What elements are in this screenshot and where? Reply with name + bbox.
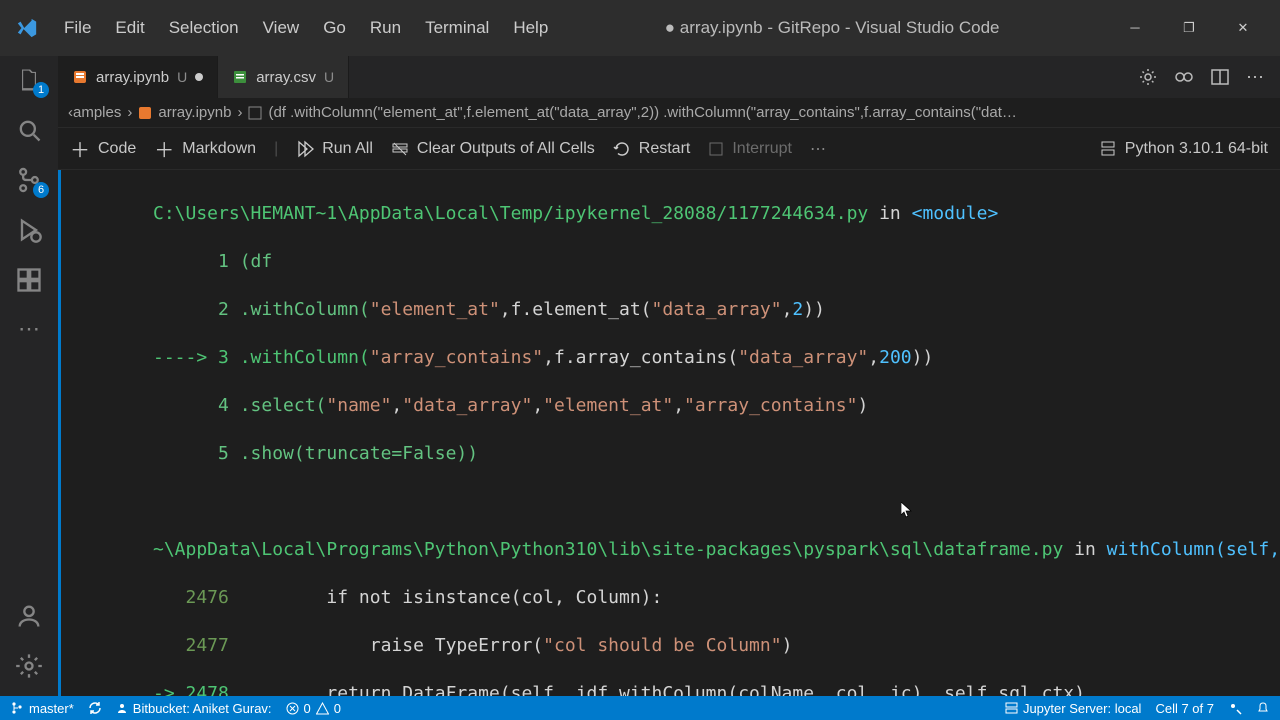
explorer-badge: 1	[33, 82, 49, 98]
interrupt-button: Interrupt	[708, 140, 792, 158]
error-icon	[286, 702, 299, 715]
titlebar: File Edit Selection View Go Run Terminal…	[0, 0, 1280, 56]
git-branch[interactable]: master*	[10, 701, 74, 716]
cell-icon	[248, 106, 262, 120]
warning-icon	[316, 702, 329, 715]
menu-help[interactable]: Help	[503, 14, 558, 42]
minimize-button[interactable]: ─	[1120, 20, 1150, 36]
run-all-icon	[296, 140, 314, 158]
tab-git-status: U	[177, 69, 187, 85]
menu-selection[interactable]: Selection	[159, 14, 249, 42]
breadcrumb-cell[interactable]: (df .withColumn("element_at",f.element_a…	[268, 104, 1016, 121]
run-all-button[interactable]: Run All	[296, 140, 373, 158]
menu-bar: File Edit Selection View Go Run Terminal…	[54, 14, 558, 42]
run-debug-icon[interactable]	[15, 216, 43, 244]
feedback-icon[interactable]	[1228, 701, 1242, 715]
window-controls: ─ ❐ ✕	[1106, 20, 1272, 36]
source-control-icon[interactable]: 6	[15, 166, 43, 194]
notebook-icon	[138, 106, 152, 120]
jupyter-server-status[interactable]: Jupyter Server: local	[1005, 701, 1142, 716]
settings-icon[interactable]	[15, 652, 43, 680]
add-markdown-button[interactable]: ＋Markdown	[154, 134, 256, 163]
breadcrumb-folder[interactable]: ‹amples	[68, 104, 121, 121]
search-icon[interactable]	[15, 116, 43, 144]
split-editor-icon[interactable]	[1210, 67, 1230, 87]
person-icon	[116, 702, 128, 714]
chevron-right-icon: ›	[237, 104, 242, 121]
server-icon	[1005, 702, 1018, 715]
menu-file[interactable]: File	[54, 14, 101, 42]
accounts-icon[interactable]	[15, 602, 43, 630]
compare-icon[interactable]	[1174, 67, 1194, 87]
more-actions-button[interactable]: ⋯	[810, 139, 826, 159]
menu-go[interactable]: Go	[313, 14, 356, 42]
menu-terminal[interactable]: Terminal	[415, 14, 499, 42]
interrupt-icon	[708, 141, 724, 157]
bitbucket-status[interactable]: Bitbucket: Aniket Gurav:	[116, 701, 272, 716]
server-icon	[1099, 140, 1117, 158]
editor-area: array.ipynb U array.csv U ⋯ ‹amples › ar…	[58, 56, 1280, 696]
breadcrumb-file[interactable]: array.ipynb	[158, 104, 231, 121]
close-button[interactable]: ✕	[1228, 20, 1258, 36]
scm-badge: 6	[33, 182, 49, 198]
csv-icon	[232, 69, 248, 85]
tab-git-status: U	[324, 69, 334, 85]
tab-actions: ⋯	[1124, 67, 1280, 87]
extensions-icon[interactable]	[15, 266, 43, 294]
cell-output[interactable]: C:\Users\HEMANT~1\AppData\Local\Temp/ipy…	[58, 170, 1280, 696]
status-bar: master* Bitbucket: Aniket Gurav: 0 0 Jup…	[0, 696, 1280, 720]
tab-array-ipynb[interactable]: array.ipynb U	[58, 56, 218, 98]
menu-edit[interactable]: Edit	[105, 14, 154, 42]
vscode-logo	[16, 17, 38, 39]
add-code-button[interactable]: ＋Code	[70, 134, 136, 163]
tab-array-csv[interactable]: array.csv U	[218, 56, 349, 98]
dirty-indicator	[195, 73, 203, 81]
mouse-cursor	[901, 502, 913, 519]
sync-button[interactable]	[88, 701, 102, 715]
explorer-icon[interactable]: 1	[15, 66, 43, 94]
activity-bar: 1 6 ⋯	[0, 56, 58, 696]
menu-view[interactable]: View	[253, 14, 310, 42]
notebook-toolbar: ＋Code ＋Markdown | Run All Clear Outputs …	[58, 128, 1280, 170]
chevron-right-icon: ›	[127, 104, 132, 121]
more-icon[interactable]: ⋯	[1246, 67, 1266, 87]
configure-icon[interactable]	[1138, 67, 1158, 87]
branch-icon	[10, 701, 24, 715]
restart-button[interactable]: Restart	[613, 140, 691, 158]
tab-row: array.ipynb U array.csv U ⋯	[58, 56, 1280, 98]
maximize-button[interactable]: ❐	[1174, 20, 1204, 36]
breadcrumb[interactable]: ‹amples › array.ipynb › (df .withColumn(…	[58, 98, 1280, 128]
problems-button[interactable]: 0 0	[286, 701, 341, 716]
cell-position[interactable]: Cell 7 of 7	[1155, 701, 1214, 716]
clear-outputs-button[interactable]: Clear Outputs of All Cells	[391, 140, 595, 158]
sync-icon	[88, 701, 102, 715]
restart-icon	[613, 140, 631, 158]
tab-label: array.csv	[256, 69, 316, 86]
notifications-icon[interactable]	[1256, 701, 1270, 715]
overflow-icon[interactable]: ⋯	[15, 316, 43, 344]
tab-label: array.ipynb	[96, 69, 169, 86]
window-title: ● array.ipynb - GitRepo - Visual Studio …	[558, 18, 1106, 38]
menu-run[interactable]: Run	[360, 14, 411, 42]
clear-icon	[391, 140, 409, 158]
notebook-icon	[72, 69, 88, 85]
kernel-picker[interactable]: Python 3.10.1 64-bit	[1099, 140, 1268, 158]
